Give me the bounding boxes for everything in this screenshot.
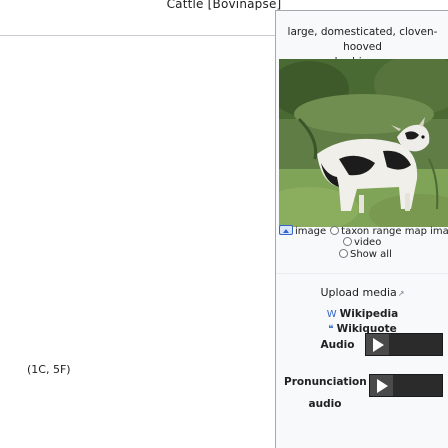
upload-media-label[interactable]: Upload media [320, 286, 396, 299]
taxon-range-map-label[interactable]: taxon range map image [341, 226, 448, 237]
video-radio[interactable] [343, 237, 352, 246]
page-title-bar: Cattle [Bovinapse] [0, 0, 448, 10]
pronunciation-audio-player[interactable] [369, 374, 443, 397]
upload-media-link[interactable]: Upload media↗ [276, 286, 448, 299]
audio-label: Audio [320, 339, 355, 351]
external-link-icon: ↗ [397, 289, 405, 298]
left-note-text: (1C, 5F) [27, 363, 71, 376]
page-title: Cattle [Bovinapse] [166, 0, 282, 10]
wikipedia-link[interactable]: W Wikipedia [276, 307, 448, 322]
pronunciation-line-2: audio [308, 398, 342, 410]
cattle-photo[interactable] [279, 59, 448, 227]
media-switcher: image taxon range map image video Show al… [279, 225, 448, 261]
pronunciation-play-icon[interactable] [370, 375, 393, 396]
image-option-label[interactable]: image [295, 226, 326, 237]
media-row-3: Show all [279, 249, 448, 261]
section-divider [0, 35, 275, 36]
show-all-radio[interactable] [339, 249, 348, 258]
image-icon[interactable] [279, 225, 293, 235]
show-all-label[interactable]: Show all [350, 249, 392, 260]
taxon-range-map-radio[interactable] [330, 226, 340, 235]
infobox-separator [276, 273, 448, 274]
play-icon[interactable] [366, 334, 389, 355]
media-row-1: image taxon range map image [279, 225, 448, 237]
wikipedia-label[interactable]: Wikipedia [340, 308, 399, 320]
infobox: large, domesticated, cloven-hooved herbi… [275, 10, 448, 448]
audio-player[interactable] [365, 333, 443, 356]
video-label[interactable]: video [354, 237, 381, 248]
wikiquote-icon: ❝ [328, 324, 334, 335]
pronunciation-label: Pronunciation [284, 376, 367, 388]
cattle-photo-drawing [279, 59, 448, 227]
media-row-2: video [279, 237, 448, 249]
wikipedia-icon: W [326, 309, 337, 320]
pronunciation-line-1: Pronunciation [284, 376, 367, 388]
caption-line-1: large, domesticated, cloven-hooved [287, 26, 438, 53]
